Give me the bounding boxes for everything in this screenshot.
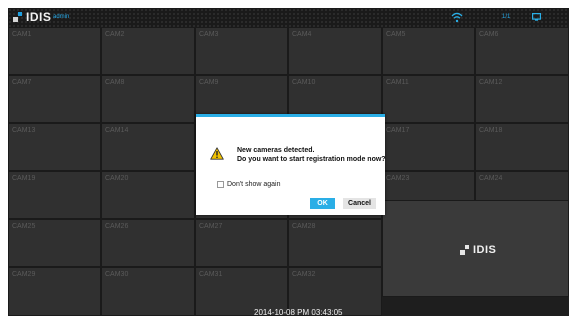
top-bar: IDIS admin 1/1 [8, 8, 569, 27]
camera-label: CAM32 [292, 271, 316, 278]
camera-tile[interactable]: CAM4 [288, 27, 382, 75]
camera-label: CAM1 [12, 31, 32, 38]
logo-text: IDIS [26, 10, 52, 24]
camera-label: CAM27 [199, 223, 223, 230]
camera-label: CAM12 [479, 79, 503, 86]
camera-label: CAM5 [386, 31, 406, 38]
camera-label: CAM24 [479, 175, 503, 182]
idis-logo: IDIS [13, 10, 51, 25]
camera-label: CAM3 [199, 31, 219, 38]
camera-label: CAM8 [105, 79, 125, 86]
camera-tile[interactable]: CAM3 [195, 27, 288, 75]
camera-label: CAM17 [386, 127, 410, 134]
camera-label: CAM9 [199, 79, 219, 86]
dialog-message-line2: Do you want to start registration mode n… [237, 156, 386, 163]
window-icon[interactable] [532, 13, 541, 21]
dialog-message-line1: New cameras detected. [237, 147, 315, 154]
camera-label: CAM13 [12, 127, 36, 134]
camera-label: CAM18 [479, 127, 503, 134]
camera-label: CAM6 [479, 31, 499, 38]
camera-tile[interactable]: CAM14 [101, 123, 195, 171]
camera-label: CAM31 [199, 271, 223, 278]
camera-tile[interactable]: CAM11 [382, 75, 475, 123]
camera-tile[interactable]: CAM2 [101, 27, 195, 75]
wifi-icon [451, 12, 463, 23]
camera-tile[interactable]: CAM13 [8, 123, 101, 171]
dont-show-again-option[interactable]: Don't show again [217, 180, 280, 189]
camera-tile[interactable]: CAM20 [101, 171, 195, 219]
dont-show-again-label: Don't show again [227, 181, 281, 188]
camera-tile[interactable]: CAM26 [101, 219, 195, 267]
camera-tile[interactable]: CAM7 [8, 75, 101, 123]
camera-tile[interactable]: CAM12 [475, 75, 569, 123]
brand-panel: IDIS [382, 200, 569, 297]
camera-tile[interactable]: CAM25 [8, 219, 101, 267]
camera-label: CAM30 [105, 271, 129, 278]
idis-brand-logo-mark [460, 244, 471, 256]
camera-tile[interactable]: CAM19 [8, 171, 101, 219]
timestamp: 2014-10-08 PM 03:43:05 [254, 308, 343, 316]
page-indicator: 1/1 [502, 14, 511, 20]
camera-label: CAM28 [292, 223, 316, 230]
camera-tile[interactable]: CAM29 [8, 267, 101, 316]
camera-label: CAM23 [386, 175, 410, 182]
brand-logo-text: IDIS [473, 243, 497, 256]
camera-label: CAM4 [292, 31, 312, 38]
camera-label: CAM29 [12, 271, 36, 278]
camera-tile[interactable]: CAM17 [382, 123, 475, 171]
camera-label: CAM26 [105, 223, 129, 230]
camera-label: CAM19 [12, 175, 36, 182]
camera-label: CAM25 [12, 223, 36, 230]
camera-tile[interactable]: CAM28 [288, 219, 382, 267]
dont-show-again-checkbox[interactable] [217, 181, 224, 188]
idis-logo-mark [13, 12, 24, 23]
camera-label: CAM20 [105, 175, 129, 182]
camera-label: CAM7 [12, 79, 32, 86]
cancel-button[interactable]: Cancel [343, 198, 376, 209]
camera-tile[interactable]: CAM18 [475, 123, 569, 171]
camera-label: CAM14 [105, 127, 129, 134]
new-cameras-dialog: New cameras detected. Do you want to sta… [196, 114, 386, 215]
camera-tile[interactable]: CAM27 [195, 219, 288, 267]
camera-label: CAM2 [105, 31, 125, 38]
camera-tile[interactable]: CAM8 [101, 75, 195, 123]
camera-label: CAM11 [386, 79, 409, 86]
logged-in-user: admin [53, 14, 70, 20]
camera-tile[interactable]: CAM5 [382, 27, 475, 75]
camera-tile[interactable]: CAM30 [101, 267, 195, 316]
dialog-message: New cameras detected. Do you want to sta… [237, 146, 386, 164]
warning-icon [210, 147, 224, 160]
camera-label: CAM10 [292, 79, 316, 86]
ok-button[interactable]: OK [310, 198, 335, 209]
idis-brand-logo: IDIS [460, 243, 496, 257]
camera-tile[interactable]: CAM6 [475, 27, 569, 75]
camera-tile[interactable]: CAM1 [8, 27, 101, 75]
